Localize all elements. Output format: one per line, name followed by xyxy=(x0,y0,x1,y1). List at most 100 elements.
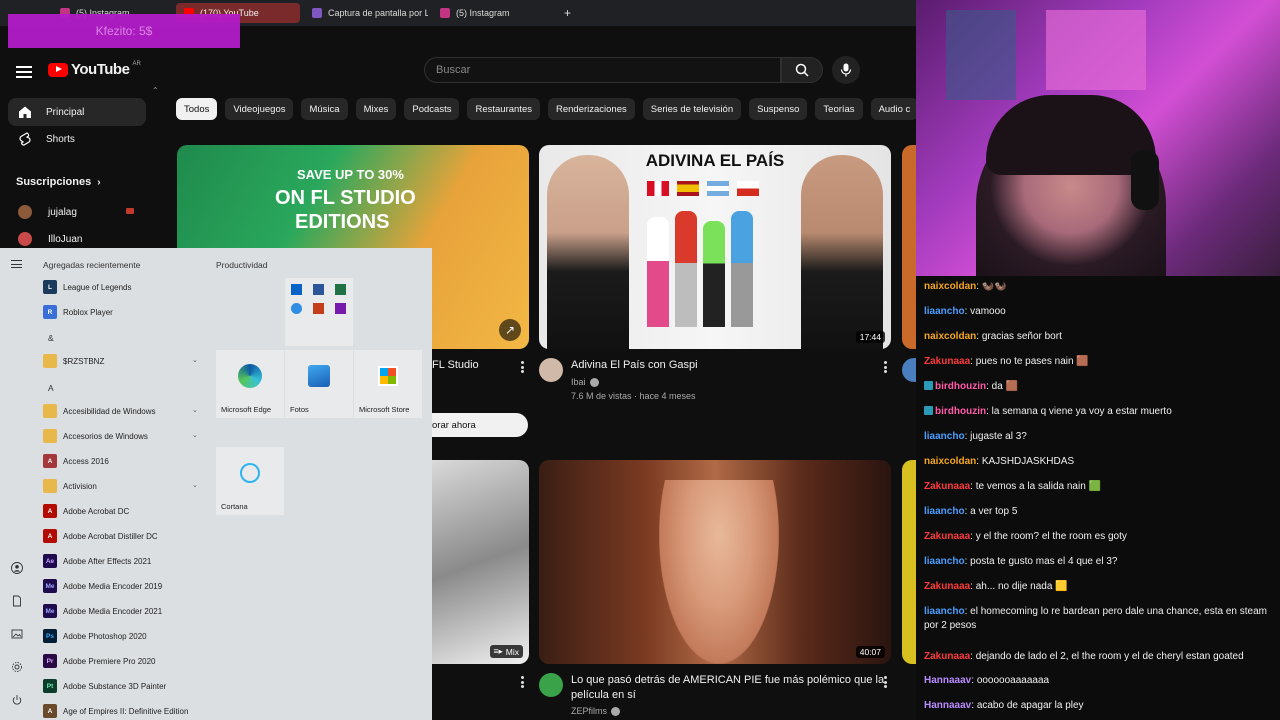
app-item[interactable]: L League of Legends xyxy=(43,278,132,296)
app-item[interactable]: A Adobe Acrobat Distiller DC xyxy=(43,527,158,545)
chat-username[interactable]: naixcoldan xyxy=(924,281,976,292)
app-item[interactable]: Accesibilidad de Windows xyxy=(43,402,156,420)
document-icon[interactable] xyxy=(11,595,23,607)
sidebar-item-shorts[interactable]: Shorts xyxy=(8,125,146,153)
chat-username[interactable]: birdhouzin xyxy=(935,406,986,417)
subscription-item[interactable]: IlloJuan xyxy=(18,232,82,246)
app-item[interactable]: A Access 2016 xyxy=(43,452,109,470)
youtube-logo[interactable]: YouTube AR xyxy=(48,61,141,78)
app-item[interactable]: A Adobe Acrobat DC xyxy=(43,502,129,520)
chevron-down-icon[interactable]: ⌄ xyxy=(192,431,198,439)
chip-renderizaciones[interactable]: Renderizaciones xyxy=(547,98,635,120)
chat-text: acabo de apagar la pley xyxy=(976,700,1084,711)
hamburger-menu-icon[interactable] xyxy=(11,260,22,268)
chip-musica[interactable]: Música xyxy=(301,98,348,120)
chat-username[interactable]: Zakunaaa xyxy=(924,651,970,662)
app-item[interactable]: $RZSTBNZ xyxy=(43,352,104,370)
new-tab-button[interactable]: + xyxy=(556,3,579,23)
channel-avatar[interactable] xyxy=(539,673,563,697)
chat-username[interactable]: birdhouzin xyxy=(935,381,986,392)
premiere-icon: Pr xyxy=(43,654,57,668)
app-item[interactable]: Pr Adobe Premiere Pro 2020 xyxy=(43,652,156,670)
channel-name[interactable]: ZEPfilms xyxy=(571,706,620,716)
video-thumbnail-partial[interactable] xyxy=(902,460,916,664)
chat-username[interactable]: Zakunaaa xyxy=(924,356,970,367)
chevron-down-icon[interactable]: ⌄ xyxy=(192,356,198,364)
tile-fotos[interactable]: Fotos xyxy=(285,350,353,418)
app-item[interactable]: Me Adobe Media Encoder 2021 xyxy=(43,602,162,620)
chat-username[interactable]: Zakunaaa xyxy=(924,481,970,492)
menu-icon[interactable] xyxy=(16,66,32,78)
chat-username[interactable]: Zakunaaa xyxy=(924,531,970,542)
app-item[interactable]: A Age of Empires II: Definitive Edition xyxy=(43,702,188,720)
chip-mixes[interactable]: Mixes xyxy=(355,98,397,120)
letter-heading[interactable]: & xyxy=(48,333,54,343)
chip-suspenso[interactable]: Suspenso xyxy=(749,98,808,120)
app-item[interactable]: Activision xyxy=(43,477,97,495)
power-icon[interactable] xyxy=(11,694,23,706)
video-title[interactable]: FL Studio xyxy=(432,358,479,373)
search-input[interactable]: Buscar xyxy=(424,57,781,83)
chip-videojuegos[interactable]: Videojuegos xyxy=(225,98,294,120)
buy-now-button[interactable]: orar ahora xyxy=(432,413,528,437)
chat-username[interactable]: liaancho xyxy=(924,606,965,617)
app-item[interactable]: Me Adobe Media Encoder 2019 xyxy=(43,577,162,595)
tile-microsoft-store[interactable]: Microsoft Store xyxy=(354,350,422,418)
video-more-options-icon[interactable] xyxy=(884,361,887,373)
chip-todos[interactable]: Todos xyxy=(176,98,218,120)
home-icon xyxy=(19,106,31,118)
app-item[interactable]: Ps Adobe Photoshop 2020 xyxy=(43,627,147,645)
chat-message: liaancho: vamooo xyxy=(924,305,1272,319)
letter-heading[interactable]: A xyxy=(48,383,54,393)
external-link-icon[interactable]: ↗ xyxy=(499,319,521,341)
search-button[interactable] xyxy=(781,57,823,83)
office-apps-tile[interactable] xyxy=(285,278,353,346)
chat-message: naixcoldan: 🦦🦦 xyxy=(924,280,1272,294)
video-title-line2[interactable]: película en sí xyxy=(571,688,636,703)
video-thumbnail-partial[interactable] xyxy=(902,145,916,349)
app-item[interactable]: Ae Adobe After Effects 2021 xyxy=(43,552,151,570)
chat-username[interactable]: Hannaaav xyxy=(924,700,971,711)
pictures-icon[interactable] xyxy=(11,628,23,640)
browser-tab[interactable]: (5) Instagram xyxy=(432,3,552,23)
chip-teorias[interactable]: Teorías xyxy=(815,98,863,120)
video-title-line1[interactable]: Lo que pasó detrás de AMERICAN PIE fue m… xyxy=(571,673,884,688)
video-thumbnail[interactable]: ADIVINA EL PAÍS 17:44 xyxy=(539,145,891,349)
chevron-down-icon[interactable]: ⌄ xyxy=(192,481,198,489)
chat-username[interactable]: liaancho xyxy=(924,556,965,567)
channel-avatar[interactable] xyxy=(539,358,563,382)
chat-username[interactable]: liaancho xyxy=(924,431,965,442)
chat-username[interactable]: liaancho xyxy=(924,306,965,317)
channel-avatar[interactable] xyxy=(902,358,916,382)
video-more-options-icon[interactable] xyxy=(884,676,887,688)
settings-gear-icon[interactable] xyxy=(11,661,23,673)
chip-audio[interactable]: Audio c xyxy=(870,98,916,120)
tile-cortana[interactable]: Cortana xyxy=(216,447,284,515)
collapse-chevron-icon[interactable]: ⌃ xyxy=(152,86,159,95)
chip-restaurantes[interactable]: Restaurantes xyxy=(467,98,540,120)
app-item[interactable]: Pt Adobe Substance 3D Painter xyxy=(43,677,166,695)
channel-name[interactable]: Ibai xyxy=(571,377,599,387)
video-more-options-icon[interactable] xyxy=(521,676,524,688)
video-thumbnail-mix[interactable]: ≡▸ Mix xyxy=(432,460,529,664)
chat-username[interactable]: naixcoldan xyxy=(924,456,976,467)
chip-podcasts[interactable]: Podcasts xyxy=(404,98,460,120)
chat-username[interactable]: liaancho xyxy=(924,506,965,517)
app-item[interactable]: Accesorios de Windows xyxy=(43,427,148,445)
voice-search-button[interactable] xyxy=(832,56,860,84)
chevron-down-icon[interactable]: ⌄ xyxy=(192,406,198,414)
video-more-options-icon[interactable] xyxy=(521,361,524,373)
video-title[interactable]: Adivina El País con Gaspi xyxy=(571,358,698,373)
user-icon[interactable] xyxy=(11,562,23,574)
tile-microsoft-edge[interactable]: Microsoft Edge xyxy=(216,350,284,418)
browser-tab[interactable]: Captura de pantalla por Li xyxy=(304,3,428,23)
app-item[interactable]: R Roblox Player xyxy=(43,303,113,321)
chat-username[interactable]: Zakunaaa xyxy=(924,581,970,592)
chip-series[interactable]: Series de televisión xyxy=(642,98,742,120)
sidebar-item-principal[interactable]: Principal xyxy=(8,98,146,126)
subscription-item[interactable]: jujalag xyxy=(18,205,134,219)
chat-username[interactable]: Hannaaav xyxy=(924,675,971,686)
chat-username[interactable]: naixcoldan xyxy=(924,331,976,342)
video-thumbnail[interactable]: 40:07 xyxy=(539,460,891,664)
subscriptions-header[interactable]: Suscripciones › xyxy=(16,176,101,188)
